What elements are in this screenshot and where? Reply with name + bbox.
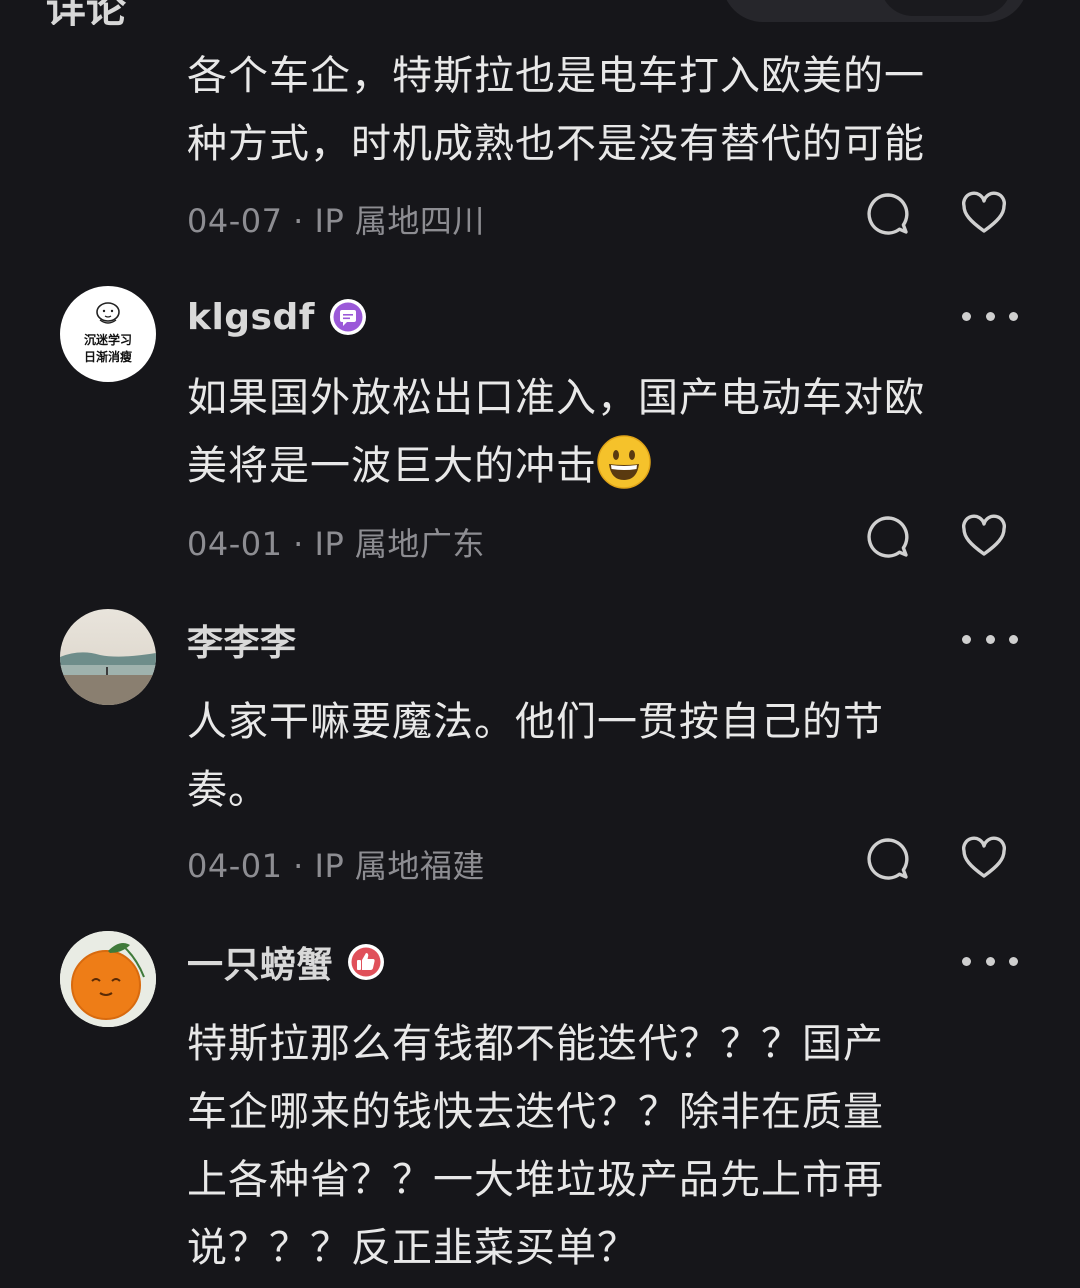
comment-date: 04-01 [187, 525, 283, 563]
meta-separator: · [282, 202, 315, 240]
avatar-caption-line: 沉迷学习 [83, 333, 132, 347]
username-row: 一只螃蟹 [187, 937, 385, 987]
username[interactable]: klgsdf [187, 297, 315, 338]
comment-ip-location: IP 属地福建 [314, 847, 485, 885]
reply-icon[interactable] [864, 513, 912, 561]
username[interactable]: 李李李 [187, 614, 297, 666]
avatar[interactable] [60, 931, 156, 1027]
heart-icon[interactable] [960, 835, 1008, 883]
thumbs-up-badge-icon [347, 943, 385, 981]
meta-separator: · [282, 525, 315, 563]
meta-separator: · [282, 847, 315, 885]
username-row: 李李李 [187, 615, 297, 665]
comment-meta: 04-01 · IP 属地广东 [187, 519, 485, 565]
comment-ip-location: IP 属地广东 [314, 525, 485, 563]
avatar[interactable] [60, 609, 156, 705]
comment-meta: 04-07 · IP 属地四川 [187, 196, 485, 242]
avatar-landscape-icon [60, 609, 156, 705]
heart-icon[interactable] [960, 513, 1008, 561]
more-dots-icon[interactable] [962, 304, 1018, 328]
avatar-orange-icon [60, 931, 156, 1027]
heart-icon[interactable] [960, 190, 1008, 238]
header-title: 详论 [46, 0, 126, 26]
top-bar: 详论 [0, 0, 1080, 26]
comment-date: 04-01 [187, 847, 283, 885]
more-dots-icon[interactable] [962, 949, 1018, 973]
reply-icon[interactable] [864, 190, 912, 238]
chat-bubble-badge-icon [329, 298, 367, 336]
comment-body: 特斯拉那么有钱都不能迭代？？？国产 车企哪来的钱快去迭代？？除非在质量 上各种省… [187, 1021, 884, 1271]
avatar-caption-line: 日渐消瘦 [83, 350, 132, 364]
avatar-caption: 沉迷学习 日渐消瘦 [60, 332, 156, 366]
comment-date: 04-07 [187, 202, 283, 240]
comment-body-text: 如果国外放松出口准入，国产电动车对欧 美将是一波巨大的冲击 [187, 375, 925, 489]
comment-body: 人家干嘛要魔法。他们一贯按自己的节 奏。 [187, 699, 884, 813]
comment-meta: 04-01 · IP 属地福建 [187, 841, 485, 887]
more-dots-icon[interactable] [962, 627, 1018, 651]
username-row: klgsdf [187, 292, 367, 342]
comment-body: 如果国外放松出口准入，国产电动车对欧 美将是一波巨大的冲击 [187, 364, 1007, 500]
comment-body: 各个车企，特斯拉也是电车打入欧美的一 种方式，时机成熟也不是没有替代的可能 [187, 53, 925, 167]
username[interactable]: 一只螃蟹 [187, 936, 333, 988]
reply-icon[interactable] [864, 835, 912, 883]
avatar[interactable]: 沉迷学习 日渐消瘦 [60, 286, 156, 382]
comment-ip-location: IP 属地四川 [314, 202, 485, 240]
grinning-face-emoji [597, 435, 651, 489]
